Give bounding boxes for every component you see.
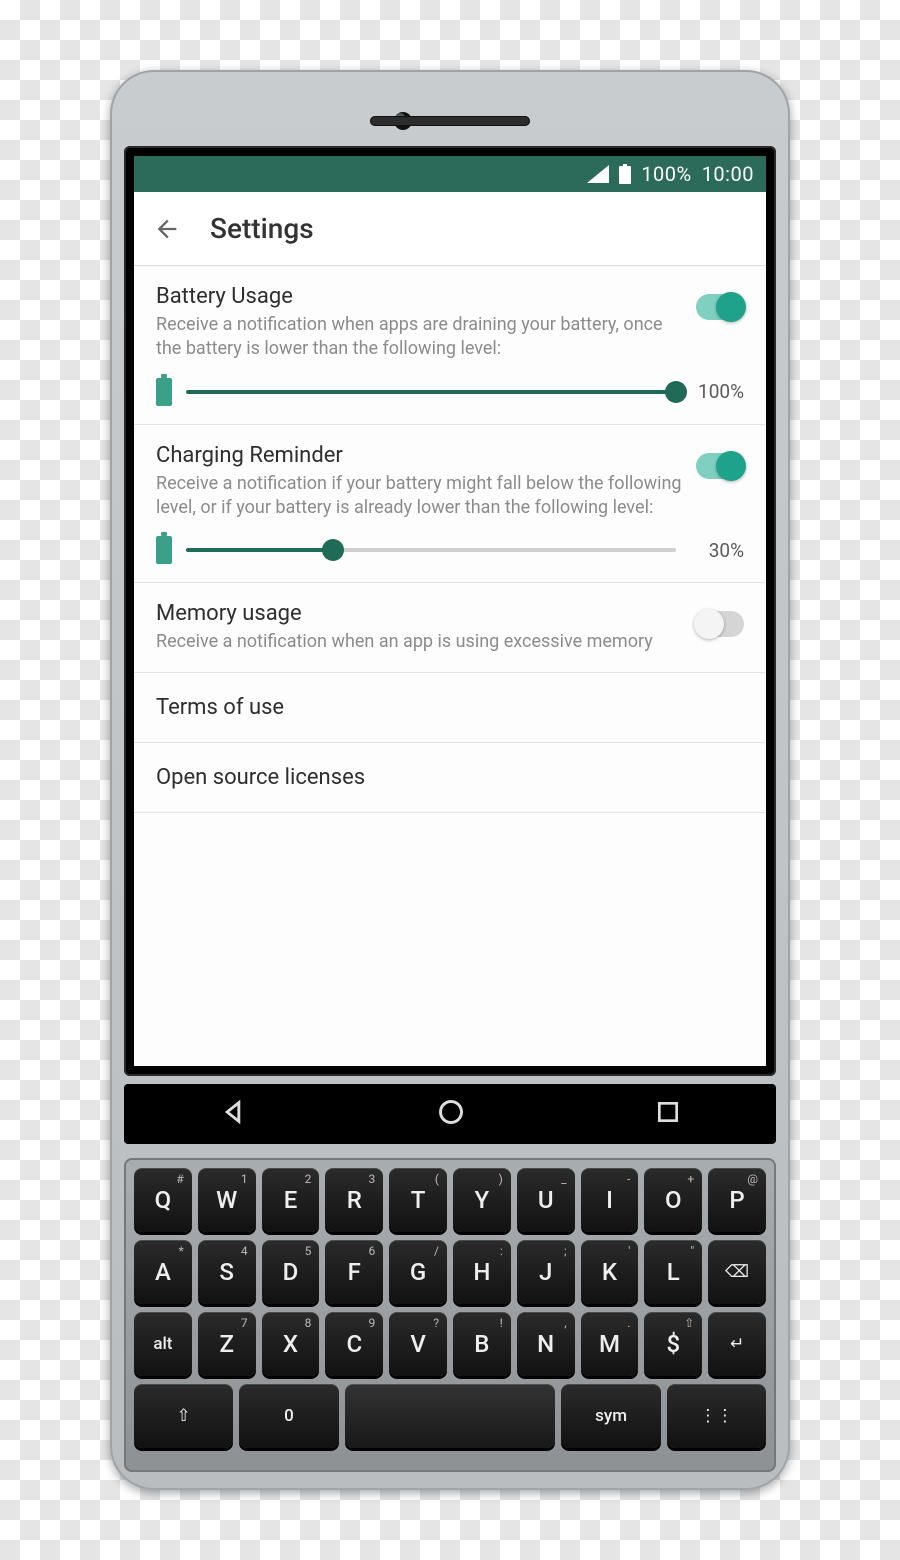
page-title: Settings — [210, 212, 314, 245]
status-bar: 100% 10:00 — [134, 156, 766, 192]
memory-usage-toggle[interactable] — [696, 611, 744, 637]
key-l[interactable]: L" — [644, 1240, 702, 1304]
key-⇧[interactable]: ⇧ — [134, 1384, 233, 1448]
key-u[interactable]: U_ — [517, 1168, 575, 1232]
settings-list: Battery Usage Receive a notification whe… — [134, 266, 766, 1066]
link-label: Terms of use — [156, 695, 284, 720]
phone-device: 100% 10:00 Settings Battery Usage Receiv… — [110, 70, 790, 1490]
terms-of-use-link[interactable]: Terms of use — [134, 673, 766, 743]
nav-back-button[interactable] — [219, 1098, 247, 1130]
key-b[interactable]: B! — [453, 1312, 511, 1376]
key-j[interactable]: J; — [517, 1240, 575, 1304]
nav-recents-button[interactable] — [655, 1099, 681, 1129]
status-battery-text: 100% — [641, 162, 691, 186]
key-d[interactable]: D5 — [262, 1240, 320, 1304]
key-e[interactable]: E2 — [262, 1168, 320, 1232]
key-v[interactable]: V? — [389, 1312, 447, 1376]
battery-threshold-value: 100% — [690, 380, 744, 403]
key-k[interactable]: K' — [581, 1240, 639, 1304]
key-space[interactable] — [345, 1384, 556, 1448]
arrow-left-icon — [153, 215, 181, 243]
triangle-back-icon — [219, 1098, 247, 1126]
screen-frame: 100% 10:00 Settings Battery Usage Receiv… — [124, 146, 776, 1076]
key-⌫[interactable]: ⌫ — [708, 1240, 766, 1304]
setting-title: Battery Usage — [156, 284, 682, 309]
battery-level-icon — [156, 536, 172, 564]
status-time: 10:00 — [702, 162, 754, 186]
physical-keyboard: Q#W1E2R3T(Y)U_I-O+P@ A*S4D5F6G/H:J;K'L"⌫… — [124, 1158, 776, 1472]
key-alt[interactable]: alt — [134, 1312, 192, 1376]
app-bar: Settings — [134, 192, 766, 266]
key-sym[interactable]: sym — [561, 1384, 660, 1448]
open-source-licenses-link[interactable]: Open source licenses — [134, 743, 766, 813]
circle-home-icon — [437, 1098, 465, 1126]
key-t[interactable]: T( — [389, 1168, 447, 1232]
key-n[interactable]: N, — [517, 1312, 575, 1376]
setting-memory-usage[interactable]: Memory usage Receive a notification when… — [134, 583, 766, 673]
key-h[interactable]: H: — [453, 1240, 511, 1304]
key-o[interactable]: O+ — [644, 1168, 702, 1232]
battery-usage-toggle[interactable] — [696, 294, 744, 320]
key-r[interactable]: R3 — [325, 1168, 383, 1232]
charging-threshold-slider[interactable] — [186, 548, 676, 552]
signal-icon — [587, 165, 609, 183]
device-top-frame — [124, 86, 776, 146]
key-q[interactable]: Q# — [134, 1168, 192, 1232]
key-m[interactable]: M. — [581, 1312, 639, 1376]
setting-description: Receive a notification if your battery m… — [156, 472, 682, 521]
key-x[interactable]: X8 — [262, 1312, 320, 1376]
setting-charging-reminder[interactable]: Charging Reminder Receive a notification… — [134, 425, 766, 584]
setting-description: Receive a notification when apps are dra… — [156, 313, 682, 362]
setting-title: Charging Reminder — [156, 443, 682, 468]
key-f[interactable]: F6 — [325, 1240, 383, 1304]
setting-battery-usage[interactable]: Battery Usage Receive a notification whe… — [134, 266, 766, 425]
key-c[interactable]: C9 — [325, 1312, 383, 1376]
key-0[interactable]: 0 — [239, 1384, 338, 1448]
battery-threshold-slider[interactable] — [186, 390, 676, 394]
key-y[interactable]: Y) — [453, 1168, 511, 1232]
screen: 100% 10:00 Settings Battery Usage Receiv… — [134, 156, 766, 1066]
nav-home-button[interactable] — [437, 1098, 465, 1130]
battery-icon — [619, 164, 631, 184]
key-z[interactable]: Z7 — [198, 1312, 256, 1376]
key-i[interactable]: I- — [581, 1168, 639, 1232]
key-$[interactable]: $⇧ — [644, 1312, 702, 1376]
key-s[interactable]: S4 — [198, 1240, 256, 1304]
key-w[interactable]: W1 — [198, 1168, 256, 1232]
charging-threshold-value: 30% — [690, 539, 744, 562]
setting-title: Memory usage — [156, 601, 682, 626]
charging-reminder-toggle[interactable] — [696, 453, 744, 479]
key-g[interactable]: G/ — [389, 1240, 447, 1304]
battery-level-icon — [156, 378, 172, 406]
link-label: Open source licenses — [156, 765, 365, 790]
key-⋮⋮⋮[interactable]: ⋮⋮ — [667, 1384, 766, 1448]
key-a[interactable]: A* — [134, 1240, 192, 1304]
key-p[interactable]: P@ — [708, 1168, 766, 1232]
square-recents-icon — [655, 1099, 681, 1125]
setting-description: Receive a notification when an app is us… — [156, 630, 682, 654]
android-nav-bar — [124, 1084, 776, 1144]
earpiece-speaker — [370, 116, 530, 126]
back-button[interactable] — [152, 214, 182, 244]
key-↵[interactable]: ↵ — [708, 1312, 766, 1376]
